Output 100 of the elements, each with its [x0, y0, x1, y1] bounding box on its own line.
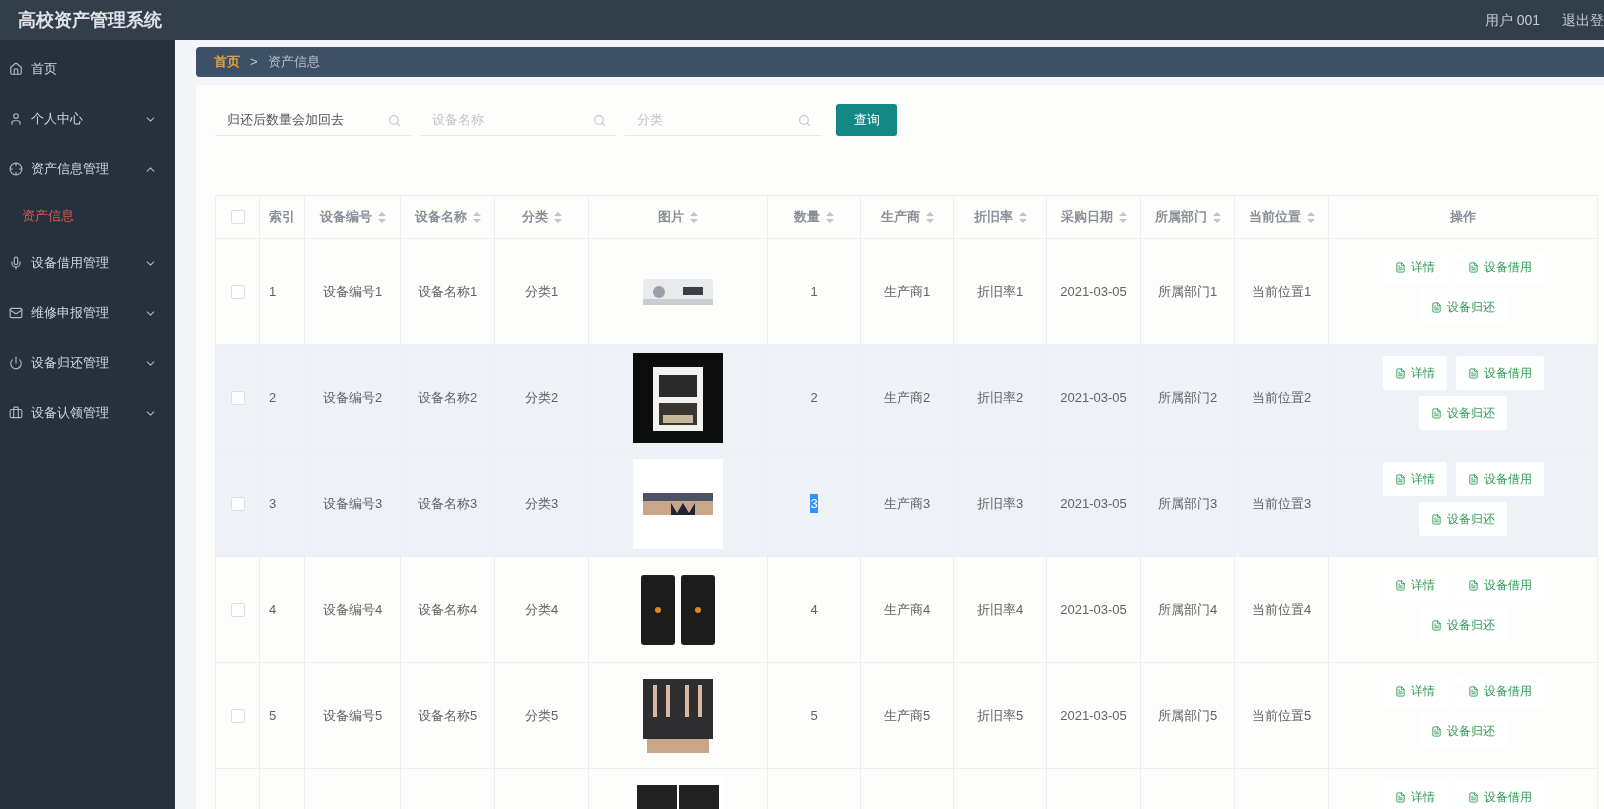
sidebar-item[interactable]: 维修申报管理	[0, 288, 175, 338]
user-name: 用户 001	[1484, 10, 1540, 30]
table-cell-text: 分类4	[524, 600, 559, 619]
sidebar-item[interactable]: 设备认领管理	[0, 388, 175, 438]
sort-icon[interactable]	[553, 211, 562, 223]
document-icon	[1394, 261, 1406, 273]
row-checkbox[interactable]	[230, 210, 245, 224]
logout-link[interactable]: 退出登	[1562, 9, 1604, 31]
row-checkbox[interactable]	[230, 390, 245, 405]
document-icon	[1394, 579, 1406, 591]
table-row[interactable]: 4 设备编号4 设备名称4 分类4 4 生产商4 折旧率4 2021-03-05 所属部门4 当前位置4 详情 设备借用 设备归还	[216, 557, 1598, 663]
action-button[interactable]: 设备借用	[1455, 462, 1544, 496]
user-icon	[9, 112, 23, 126]
action-button[interactable]: 设备借用	[1455, 356, 1544, 390]
table-cell-text: 2021-03-05	[1060, 600, 1127, 619]
search-field[interactable]: 设备名称	[420, 104, 616, 136]
briefcase-icon	[9, 406, 23, 420]
table-cell-text: 所属部门1	[1157, 282, 1218, 301]
table-cell-text: 2021-03-05	[1060, 282, 1127, 301]
row-checkbox[interactable]	[230, 284, 245, 299]
sort-icon[interactable]	[1306, 211, 1315, 223]
table-cell-text: 设备名称4	[417, 600, 478, 619]
search-icon	[798, 114, 811, 127]
search-field[interactable]: 归还后数量会加回去	[215, 104, 411, 136]
sort-icon[interactable]	[472, 211, 481, 223]
table-cell-text: 所属部门5	[1157, 706, 1218, 725]
sidebar-item[interactable]: 设备借用管理	[0, 238, 175, 288]
table-cell-text: 设备名称1	[417, 282, 478, 301]
table-cell-text: 所属部门4	[1157, 600, 1218, 619]
document-icon	[1431, 513, 1442, 525]
row-checkbox[interactable]	[230, 496, 245, 511]
document-icon	[1394, 685, 1406, 697]
table-cell-text: 4	[810, 600, 818, 619]
table-cell-text: 分类2	[524, 388, 559, 407]
search-icon	[593, 114, 606, 127]
action-button[interactable]: 详情	[1382, 462, 1447, 496]
sort-icon[interactable]	[1212, 211, 1221, 223]
sort-icon[interactable]	[925, 211, 934, 223]
app-title: 高校资产管理系统	[18, 8, 162, 32]
search-icon	[388, 114, 401, 127]
document-icon	[1467, 367, 1479, 379]
sort-icon[interactable]	[1118, 211, 1127, 223]
table-cell-text: 设备编号4	[322, 600, 383, 619]
table-cell-text: 当前位置2	[1251, 388, 1312, 407]
table-cell-text: 2	[810, 388, 818, 407]
sort-icon[interactable]	[826, 211, 834, 223]
table-row[interactable]: 2 设备编号2 设备名称2 分类2 2 生产商2 折旧率2 2021-03-05 所属部门2 当前位置2 详情 设备借用 设备归还	[216, 345, 1598, 451]
table-row[interactable]: 5 设备编号5 设备名称5 分类5 5 生产商5 折旧率5 2021-03-05 所属部门5 当前位置5 详情 设备借用 设备归还	[216, 663, 1598, 769]
document-icon	[1467, 579, 1479, 591]
query-button[interactable]: 查询	[836, 104, 897, 136]
search-field[interactable]: 分类	[625, 104, 821, 136]
breadcrumb-link[interactable]: 首页	[214, 52, 240, 72]
table-cell-text: 分类5	[524, 706, 559, 725]
sidebar-item[interactable]: 首页	[0, 44, 175, 94]
document-icon	[1394, 473, 1406, 485]
table-cell-text: 生产商3	[883, 494, 931, 513]
table-cell-text: 5	[269, 706, 277, 725]
document-icon	[1394, 367, 1406, 379]
row-checkbox[interactable]	[230, 708, 245, 723]
power-icon	[9, 356, 23, 370]
sidebar-subitem[interactable]: 资产信息	[0, 194, 175, 238]
table-cell-text: 生产商1	[883, 282, 931, 301]
table-row[interactable]: 3 设备编号3 设备名称3 分类3 3 生产商3 折旧率3 2021-03-05 所属部门3 当前位置3 详情 设备借用 设备归还	[216, 451, 1598, 557]
table-cell-text: 1	[269, 282, 277, 301]
action-button[interactable]: 设备归还	[1419, 396, 1507, 430]
table-cell-text: 折旧率5	[976, 706, 1024, 725]
table-cell-text: 2021-03-05	[1060, 706, 1127, 725]
table-cell-text: 生产商5	[883, 706, 931, 725]
action-button[interactable]: 详情	[1382, 356, 1447, 390]
microphone-icon	[9, 256, 23, 270]
table-cell-text: 3	[269, 494, 277, 513]
action-button[interactable]: 设备归还	[1419, 502, 1507, 536]
table-cell-text: 设备编号1	[322, 282, 383, 301]
sidebar-item[interactable]: 个人中心	[0, 94, 175, 144]
row-checkbox[interactable]	[230, 602, 245, 617]
sidebar-item[interactable]: 资产信息管理	[0, 144, 175, 194]
breadcrumb-separator: >	[250, 53, 258, 72]
table-cell-text: 所属部门2	[1157, 388, 1218, 407]
document-icon	[1467, 261, 1479, 273]
table-cell-text: 设备名称2	[417, 388, 478, 407]
table-cell-text: 折旧率2	[976, 388, 1024, 407]
table-row[interactable]: 1 设备编号1 设备名称1 分类1 1 生产商1 折旧率1 2021-03-05 所属部门1 当前位置1 详情 设备借用 设备归还	[216, 239, 1598, 345]
crosshair-icon	[9, 162, 23, 176]
breadcrumb-link[interactable]: 资产信息	[267, 52, 320, 72]
table-cell-text: 当前位置1	[1251, 282, 1312, 301]
document-icon	[1431, 407, 1442, 419]
sidebar-item[interactable]: 设备归还管理	[0, 338, 175, 388]
document-icon	[1431, 301, 1442, 313]
sort-icon[interactable]	[1018, 211, 1027, 223]
document-icon	[1431, 725, 1442, 737]
sort-icon[interactable]	[690, 211, 698, 223]
sort-icon[interactable]	[377, 211, 386, 223]
table-cell-text: 分类1	[524, 282, 559, 301]
document-icon	[1467, 473, 1479, 485]
table-cell-text: 4	[269, 600, 277, 619]
table-cell-text: 当前位置5	[1251, 706, 1312, 725]
table-cell-text: 1	[810, 282, 818, 301]
table-cell-text: 当前位置3	[1251, 494, 1312, 513]
table-cell-text: 折旧率3	[976, 494, 1024, 513]
home-icon	[9, 62, 23, 76]
